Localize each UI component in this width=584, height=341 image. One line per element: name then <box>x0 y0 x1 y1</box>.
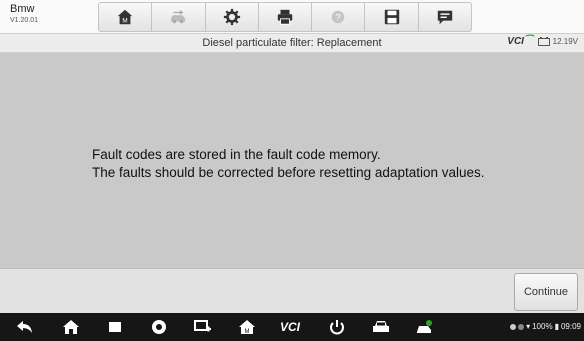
home-nav-button[interactable] <box>62 319 80 335</box>
sub-header: Diesel particulate filter: Replacement V… <box>0 34 584 53</box>
vci-nav-button[interactable]: VCI <box>276 319 304 335</box>
battery-icon: ▮ <box>554 322 559 331</box>
top-bar: Bmw V1.20.01 M ? <box>0 0 584 34</box>
vehicle-swap-button[interactable] <box>152 2 206 32</box>
vci-status: VCI⁀ <box>507 36 532 47</box>
vci-label: VCI <box>507 36 524 47</box>
settings-button[interactable] <box>205 2 259 32</box>
recent-apps-button[interactable] <box>106 319 124 335</box>
back-icon <box>17 321 32 333</box>
browser-icon <box>152 320 166 334</box>
clock: 09:09 <box>560 322 581 331</box>
footer: Continue <box>0 268 584 314</box>
vehicle-swap-icon <box>171 10 186 24</box>
print-icon <box>277 9 293 25</box>
battery-voltage: 12.19V <box>537 37 578 46</box>
save-button[interactable] <box>365 2 419 32</box>
main-content: Fault codes are stored in the fault code… <box>0 53 584 268</box>
house-icon <box>63 320 79 334</box>
diagnostics-home-button[interactable]: M <box>238 319 256 335</box>
print-button[interactable] <box>258 2 313 32</box>
back-button[interactable] <box>16 319 34 335</box>
help-icon: ? <box>331 10 345 24</box>
notification-icon <box>510 323 517 330</box>
vci-connected-icon: ⁀ <box>523 36 532 47</box>
help-button[interactable]: ? <box>312 2 366 32</box>
home-icon: M <box>117 9 133 24</box>
power-icon <box>330 320 344 335</box>
svg-text:M: M <box>245 329 250 335</box>
sync-icon <box>518 323 525 330</box>
vci-nav-label: VCI <box>279 320 300 334</box>
wifi-icon: ▾ <box>526 322 531 331</box>
home-button[interactable]: M <box>98 2 153 32</box>
car-icon <box>373 321 389 332</box>
screenshot-button[interactable] <box>194 319 212 335</box>
recent-apps-icon <box>109 322 121 332</box>
browser-button[interactable] <box>150 319 168 335</box>
voltage-value: 12.19V <box>552 37 578 46</box>
app-info: Bmw V1.20.01 <box>10 3 39 25</box>
toolbar: M ? <box>98 2 472 32</box>
save-icon <box>384 9 399 25</box>
power-button[interactable] <box>328 319 346 335</box>
message: Fault codes are stored in the fault code… <box>92 146 485 182</box>
app-version: V1.20.01 <box>10 17 39 24</box>
car-battery-icon <box>537 37 550 46</box>
continue-button[interactable]: Continue <box>514 273 578 311</box>
vehicle-button[interactable] <box>372 319 390 335</box>
remote-expert-icon <box>417 320 432 333</box>
screenshot-icon <box>194 320 211 332</box>
page-title: Diesel particulate filter: Replacement <box>202 37 382 49</box>
message-line-2: The faults should be corrected before re… <box>92 165 485 180</box>
diagnostics-home-icon: M <box>239 320 255 335</box>
android-nav-bar: M VCI ▾ 100% ▮ 09:09 <box>0 313 584 341</box>
battery-percent: 100% <box>532 322 553 331</box>
settings-icon <box>223 8 240 26</box>
message-button[interactable] <box>418 2 472 32</box>
app-name: Bmw <box>10 3 35 15</box>
svg-text:?: ? <box>336 13 341 23</box>
remote-expert-button[interactable] <box>416 319 434 335</box>
message-icon <box>437 10 453 25</box>
svg-text:M: M <box>123 17 128 24</box>
system-status: ▾ 100% ▮ 09:09 <box>510 322 581 331</box>
message-line-1: Fault codes are stored in the fault code… <box>92 147 381 162</box>
